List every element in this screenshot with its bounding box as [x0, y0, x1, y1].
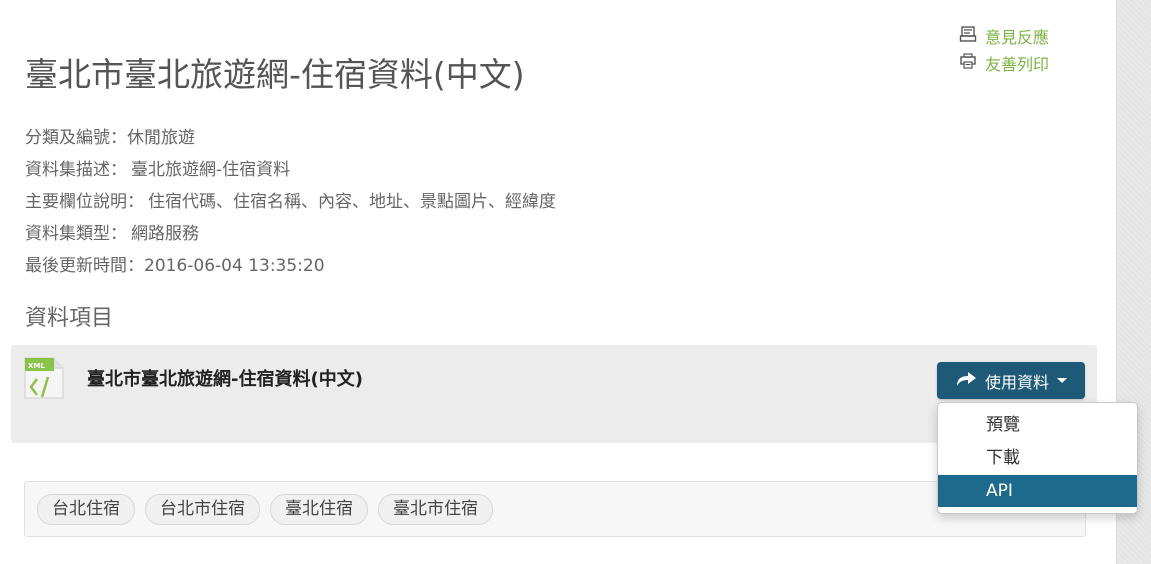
main-content: 意見反應 友善列印 臺北市臺北旅遊網-住宿資料(中文) 分類及編號：休閒旅遊 資… [0, 0, 1138, 564]
meta-value: 休閒旅遊 [127, 128, 195, 148]
top-links: 意見反應 友善列印 [959, 22, 1049, 76]
resource-name: 臺北市臺北旅遊網-住宿資料(中文) [87, 369, 363, 390]
meta-category: 分類及編號：休閒旅遊 [25, 122, 556, 154]
meta-fields: 主要欄位說明： 住宿代碼、住宿名稱、內容、地址、景點圖片、經緯度 [25, 186, 556, 218]
tag-list: 台北住宿 台北市住宿 臺北住宿 臺北市住宿 [37, 494, 493, 525]
meta-label: 資料集描述： [25, 160, 127, 180]
use-data-label: 使用資料 [984, 372, 1049, 392]
tag[interactable]: 臺北住宿 [270, 494, 368, 525]
page-title: 臺北市臺北旅遊網-住宿資料(中文) [25, 55, 525, 94]
feedback-icon [959, 25, 977, 47]
format-badge: XML [28, 362, 45, 370]
xml-file-icon: XML [24, 357, 64, 399]
feedback-label: 意見反應 [984, 27, 1049, 47]
tags-panel: 台北住宿 台北市住宿 臺北住宿 臺北市住宿 [24, 481, 1086, 537]
meta-label: 分類及編號： [25, 128, 127, 148]
tag[interactable]: 臺北市住宿 [378, 494, 493, 525]
meta-description: 資料集描述： 臺北旅遊網-住宿資料 [25, 154, 556, 186]
resource-item: XML 臺北市臺北旅遊網-住宿資料(中文) [11, 345, 1097, 443]
dataset-meta: 分類及編號：休閒旅遊 資料集描述： 臺北旅遊網-住宿資料 主要欄位說明： 住宿代碼、… [25, 122, 556, 282]
use-data-dropdown: 預覽 下載 API [937, 402, 1138, 514]
meta-value: 臺北旅遊網-住宿資料 [131, 160, 291, 180]
meta-type: 資料集類型： 網路服務 [25, 218, 556, 250]
meta-label: 最後更新時間： [25, 256, 144, 276]
caret-down-icon [1057, 378, 1067, 383]
use-data-button[interactable]: 使用資料 [937, 362, 1085, 399]
tag[interactable]: 台北市住宿 [145, 494, 260, 525]
menu-item-preview[interactable]: 預覽 [938, 409, 1137, 441]
menu-item-download[interactable]: 下載 [938, 442, 1137, 474]
meta-value: 2016-06-04 13:35:20 [144, 256, 325, 276]
meta-value: 住宿代碼、住宿名稱、內容、地址、景點圖片、經緯度 [148, 192, 556, 212]
resources-section-title: 資料項目 [25, 306, 114, 331]
print-label: 友善列印 [984, 54, 1049, 74]
print-icon [959, 52, 977, 74]
meta-value: 網路服務 [131, 224, 199, 244]
print-link[interactable]: 友善列印 [959, 49, 1049, 76]
menu-item-api[interactable]: API [938, 475, 1137, 507]
feedback-link[interactable]: 意見反應 [959, 22, 1049, 49]
share-arrow-icon [955, 370, 977, 392]
meta-updated: 最後更新時間：2016-06-04 13:35:20 [25, 250, 556, 282]
meta-label: 主要欄位說明： [25, 192, 144, 212]
meta-label: 資料集類型： [25, 224, 127, 244]
tag[interactable]: 台北住宿 [37, 494, 135, 525]
